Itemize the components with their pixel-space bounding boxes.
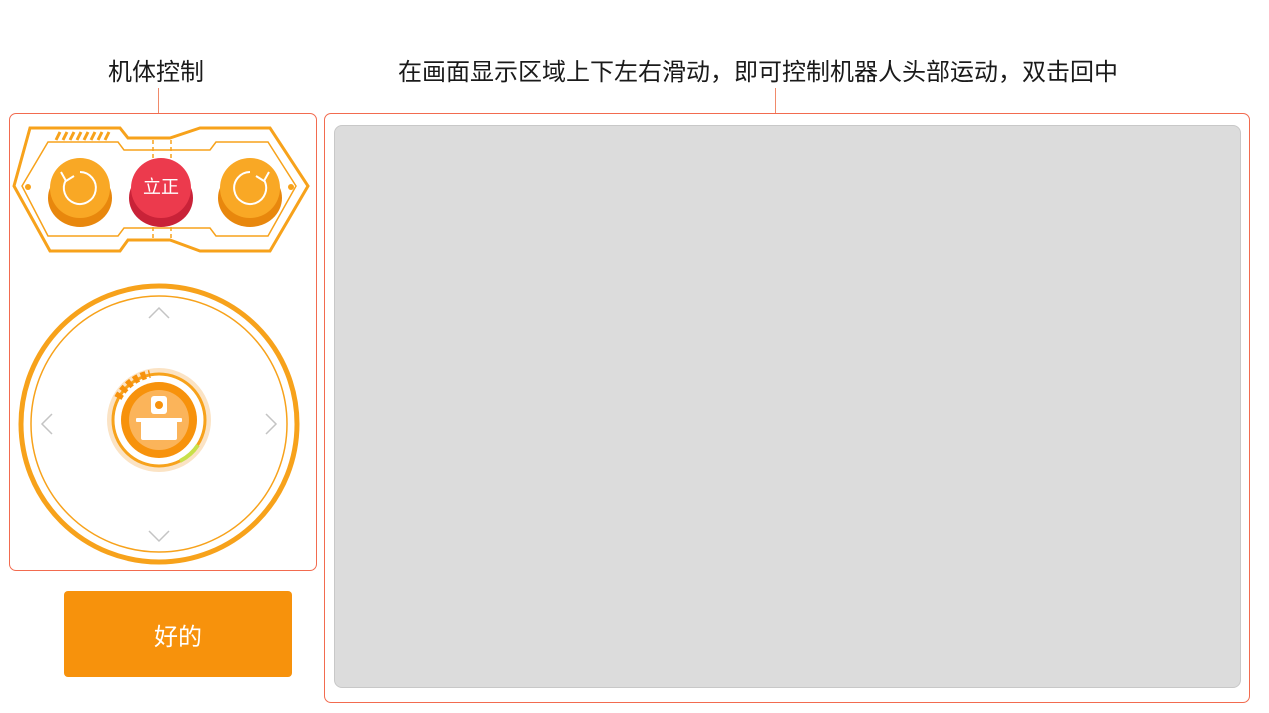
hatch-decoration (54, 131, 111, 141)
right-dot (288, 184, 294, 190)
head-control-hint-label: 在画面显示区域上下左右滑动，即可控制机器人头部运动，双击回中 (398, 58, 1118, 86)
left-dot (25, 184, 31, 190)
rotate-left-button[interactable] (48, 158, 112, 227)
joystick-knob[interactable] (107, 368, 211, 472)
rotate-right-button[interactable] (218, 158, 282, 227)
ok-button[interactable]: 好的 (64, 591, 292, 677)
stand-button-label: 立正 (143, 177, 179, 198)
head-control-callout-line (775, 88, 776, 114)
video-display-area[interactable] (334, 125, 1241, 688)
body-controls-graphic (12, 126, 310, 565)
